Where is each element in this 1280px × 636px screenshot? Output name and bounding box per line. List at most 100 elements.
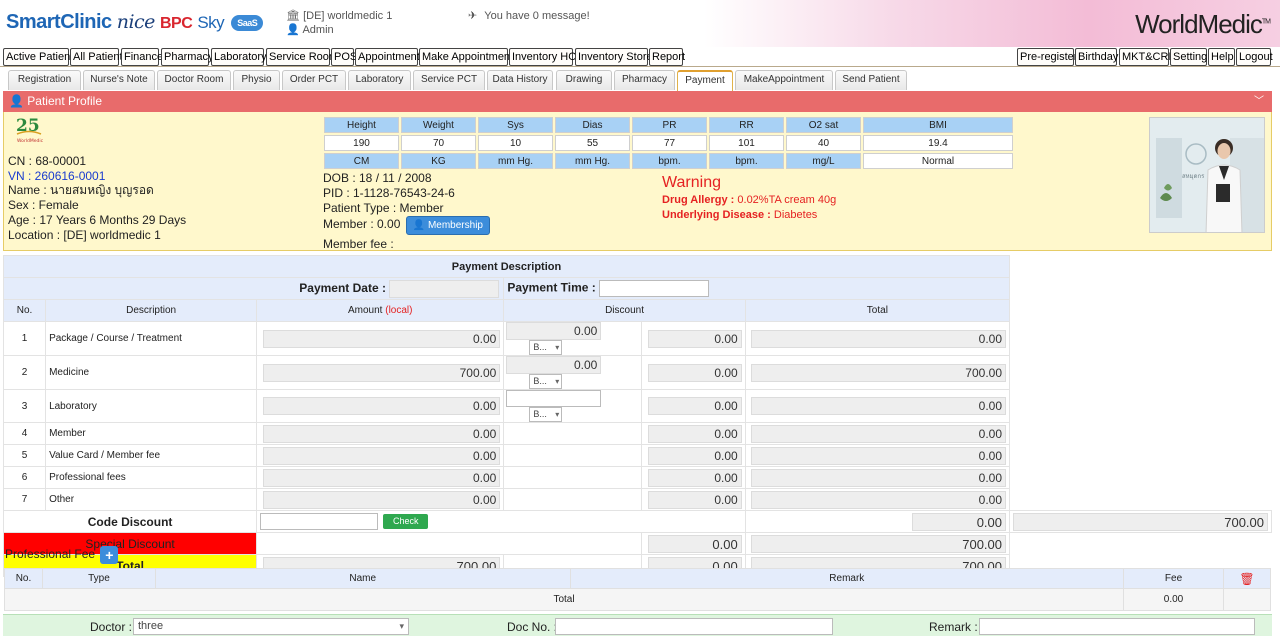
doctor-label: Doctor : — [90, 620, 133, 634]
clinic-logo-icon: 25 WorldMedic — [16, 116, 44, 144]
menu-finance[interactable]: Finance — [121, 48, 163, 66]
row-discount-total: 0.00 — [647, 424, 742, 443]
row-total-cell: 0.00 — [744, 444, 1011, 467]
tab-payment[interactable]: Payment — [677, 70, 733, 91]
menu-laboratory[interactable]: Laboratory — [211, 48, 267, 66]
discount-type-select[interactable]: B... — [529, 374, 563, 389]
message-notice[interactable]: ✈ You have 0 message! — [468, 9, 590, 22]
row-total-cell: 0.00 — [744, 466, 1011, 489]
discount-value[interactable] — [506, 390, 602, 407]
warning-title: Warning — [662, 174, 721, 191]
vital-unit-sys: mm Hg. — [478, 153, 553, 169]
menu-service-room[interactable]: Service Room — [266, 48, 338, 66]
logo-sky-text: Sky — [197, 13, 225, 32]
row-amount: 0.00 — [263, 468, 501, 487]
logo-smartclinic-text: SmartClinic — [6, 11, 112, 33]
discount-value[interactable]: 0.00 — [506, 322, 602, 340]
menu-logout[interactable]: Logout — [1236, 48, 1273, 66]
vital-value-sys: 10 — [478, 135, 553, 151]
vital-header-rr: RR — [709, 117, 784, 133]
patient-profile-title: Patient Profile — [27, 94, 103, 108]
menu-pos[interactable]: POS — [331, 48, 357, 66]
row-amount: 700.00 — [263, 363, 501, 382]
col-description: Description — [45, 299, 258, 322]
menu-help[interactable]: Help — [1208, 48, 1235, 66]
main-menu: Active Patient All Patient Finance Pharmacy… — [0, 47, 1280, 67]
pf-total-blank — [1222, 588, 1272, 611]
row-amount-cell: 0.00 — [256, 422, 505, 445]
tab-send-patient[interactable]: Send Patient — [835, 70, 907, 90]
chevron-down-icon[interactable]: ﹀ — [1254, 91, 1264, 112]
discount-input-cell — [503, 466, 642, 489]
vital-header-height: Height — [324, 117, 399, 133]
discount-type-select[interactable]: B... — [529, 407, 563, 422]
payment-date-field[interactable] — [389, 279, 500, 298]
row-amount: 0.00 — [263, 329, 501, 348]
menu-make-appointment[interactable]: Make Appointment — [419, 48, 513, 66]
discount-input-cell: 0.00 B... — [503, 355, 642, 390]
tab-drawing[interactable]: Drawing — [556, 70, 612, 90]
payment-row: 3 Laboratory 0.00 B... 0.00 0.00 — [2, 389, 1272, 423]
menu-birthday[interactable]: Birthday — [1075, 48, 1118, 66]
payment-row: 2 Medicine 700.00 0.00 B... 0.00 700.00 — [2, 355, 1272, 390]
row-description: Medicine — [45, 355, 258, 390]
tab-registration[interactable]: Registration — [8, 70, 81, 90]
logo-nice-text: nice — [116, 11, 156, 33]
vital-unit-pr: bpm. — [632, 153, 707, 169]
menu-pre-register[interactable]: Pre-register — [1017, 48, 1077, 66]
row-discount-total: 0.00 — [647, 490, 742, 509]
tab-makeappointment[interactable]: MakeAppointment — [735, 70, 833, 90]
payment-time-cell: Payment Time : — [503, 277, 1010, 300]
menu-all-patient[interactable]: All Patient — [70, 48, 123, 66]
row-no: 7 — [2, 488, 47, 511]
tab-doctor-room[interactable]: Doctor Room — [157, 70, 231, 90]
discount-input-cell — [503, 422, 642, 445]
discount-value[interactable]: 0.00 — [506, 356, 602, 374]
menu-inventory-ho[interactable]: Inventory HO — [509, 48, 577, 66]
discount-type-select[interactable]: B... — [529, 340, 563, 355]
patient-basic-info: 25 WorldMedic CN : 68-00001 VN : 260616-… — [8, 114, 186, 243]
row-discount-total: 0.00 — [647, 363, 742, 382]
menu-inventory-store[interactable]: Inventory Store — [575, 48, 653, 66]
code-discount-input[interactable] — [260, 513, 379, 530]
discount-input-cell — [503, 488, 642, 511]
membership-button[interactable]: 👤 Membership — [405, 216, 490, 235]
trash-icon[interactable]: 🗑 — [1239, 572, 1254, 586]
remark-input[interactable] — [979, 618, 1255, 635]
check-code-button[interactable]: Check — [382, 514, 429, 530]
tab-service-pct[interactable]: Service PCT — [413, 70, 485, 90]
tab-pharmacy[interactable]: Pharmacy — [614, 70, 675, 90]
tab-nurse-s-note[interactable]: Nurse's Note — [83, 70, 155, 90]
row-discount-total-cell: 0.00 — [640, 321, 746, 356]
tab-physio[interactable]: Physio — [233, 70, 280, 90]
remark-label: Remark : — [929, 620, 978, 634]
menu-setting[interactable]: Setting — [1170, 48, 1207, 66]
menu-active-patient[interactable]: Active Patient — [3, 48, 73, 66]
tab-laboratory[interactable]: Laboratory — [348, 70, 411, 90]
smartclinic-logo[interactable]: SmartClinic nice BPC Sky SaaS — [6, 11, 264, 34]
menu-pharmacy[interactable]: Pharmacy — [161, 48, 214, 66]
app-header: SmartClinic nice BPC Sky SaaS 🏛 [DE] wor… — [0, 0, 1280, 47]
menu-mkt-crm[interactable]: MKT&CRM — [1119, 48, 1178, 66]
pf-col-no: No. — [4, 568, 43, 589]
row-no: 5 — [2, 444, 47, 467]
special-discount-blank — [256, 532, 642, 555]
pf-col-type: Type — [41, 568, 156, 589]
vital-value-dias: 55 — [555, 135, 630, 151]
row-no: 6 — [2, 466, 47, 489]
payment-time-field[interactable] — [599, 280, 710, 297]
doctor-select[interactable]: three — [133, 618, 409, 635]
add-professional-fee-button[interactable]: + — [100, 546, 119, 564]
vital-value-weight: 70 — [401, 135, 476, 151]
patient-cn: CN : 68-00001 — [8, 153, 87, 168]
patient-type: Patient Type : Member — [323, 201, 444, 215]
tab-order-pct[interactable]: Order PCT — [282, 70, 346, 90]
payment-table: Payment Description Payment Date : Payme… — [2, 255, 1272, 577]
tab-data-history[interactable]: Data History — [487, 70, 553, 90]
menu-appointment[interactable]: Appointment — [355, 48, 420, 66]
row-amount: 0.00 — [263, 424, 501, 443]
patient-profile-header[interactable]: 👤 Patient Profile ﹀ — [3, 91, 1272, 112]
doc-no-input[interactable] — [555, 618, 833, 635]
menu-report[interactable]: Report — [649, 48, 685, 66]
row-total: 700.00 — [751, 363, 1006, 382]
